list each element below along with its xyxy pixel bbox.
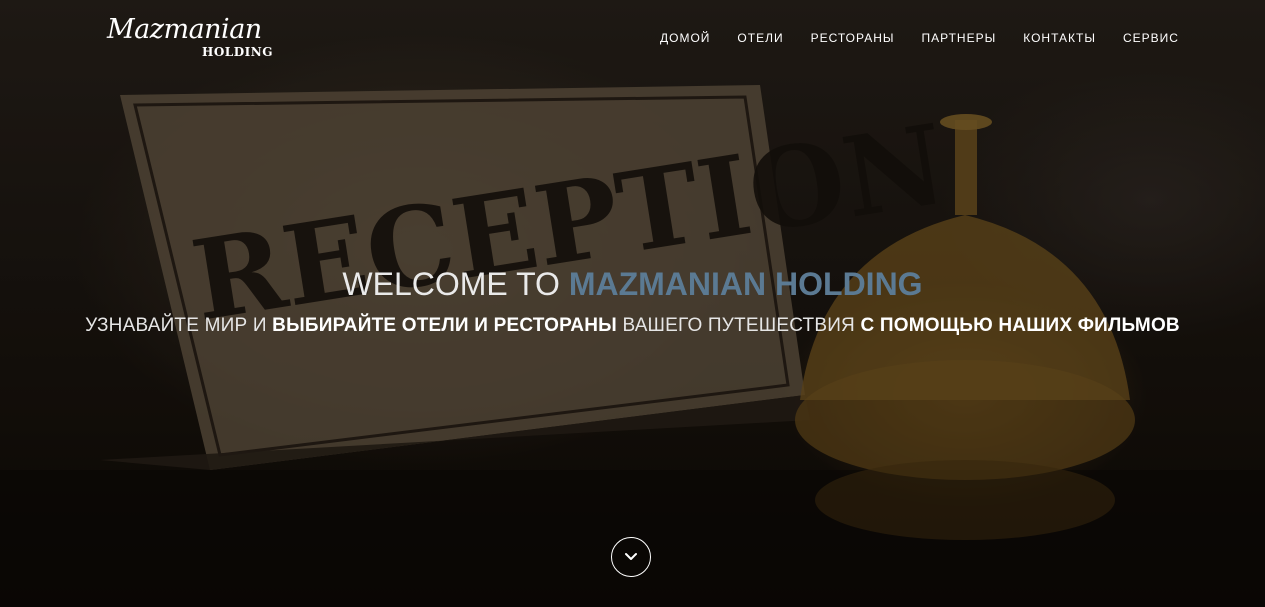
hero-subtitle-part-1: УЗНАВАЙТЕ МИР И [85,315,273,336]
brand-logo[interactable]: Mazmanian HOLDING [107,14,277,64]
hero-subtitle-part-2: ВЫБИРАЙТЕ ОТЕЛИ И РЕСТОРАНЫ [272,315,617,336]
nav-item-service[interactable]: СЕРВИС [1123,31,1179,45]
hero-title: WELCOME TO MAZMANIAN HOLDING [0,266,1265,303]
hero-subtitle-part-3: ВАШЕГО ПУТЕШЕСТВИЯ [616,315,861,336]
hero-section: RECEPTION Mazmanian HOLDING ДОМОЙ ОТЕЛИ … [0,0,1265,607]
main-nav: ДОМОЙ ОТЕЛИ РЕСТОРАНЫ ПАРТНЕРЫ КОНТАКТЫ … [660,31,1179,45]
nav-item-contacts[interactable]: КОНТАКТЫ [1023,31,1096,45]
logo-subtitle: HOLDING [202,45,273,59]
nav-item-restaurants[interactable]: РЕСТОРАНЫ [811,31,895,45]
hero-title-prefix: WELCOME TO [342,266,560,302]
hero-subtitle: УЗНАВАЙТЕ МИР И ВЫБИРАЙТЕ ОТЕЛИ И РЕСТОР… [0,315,1265,337]
logo-script-text: Mazmanian [107,14,262,45]
dark-overlay [0,0,1265,607]
hero-subtitle-part-4: С ПОМОЩЬЮ НАШИХ ФИЛЬМОВ [860,315,1180,336]
scroll-down-button[interactable] [611,537,651,577]
nav-item-home[interactable]: ДОМОЙ [660,31,710,45]
hero-title-accent: MAZMANIAN HOLDING [568,266,923,302]
nav-item-partners[interactable]: ПАРТНЕРЫ [922,31,997,45]
chevron-down-icon [625,553,637,560]
nav-item-hotels[interactable]: ОТЕЛИ [737,31,783,45]
